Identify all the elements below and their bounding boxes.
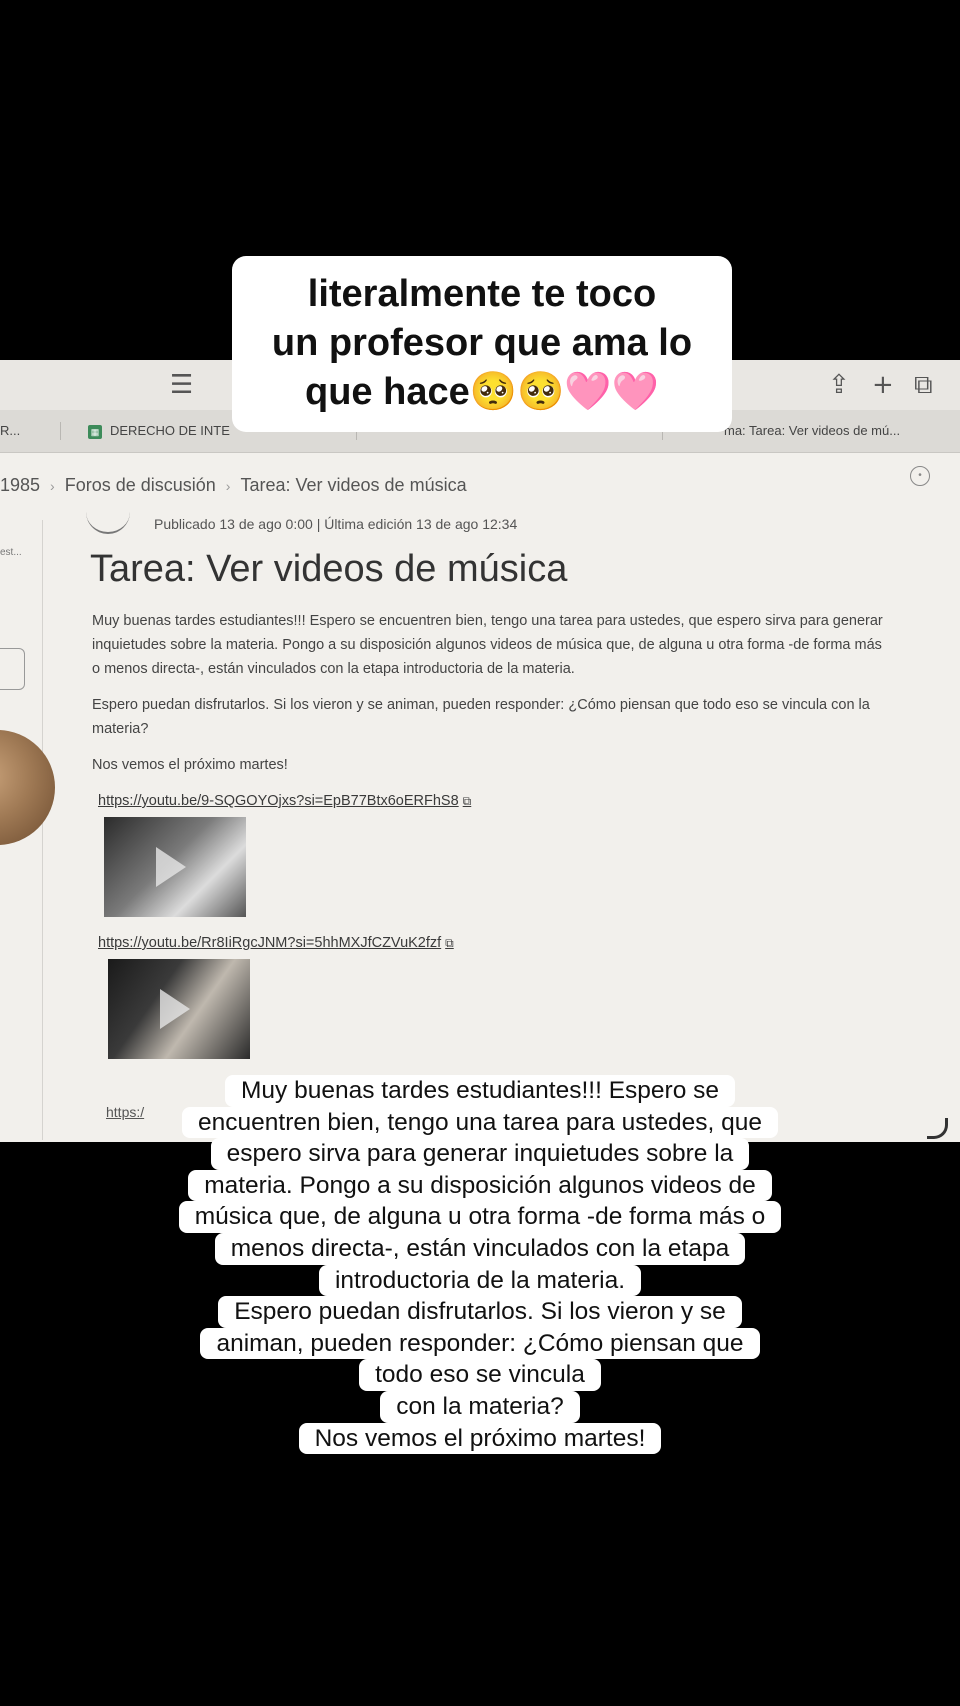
calendar-icon: ▦ xyxy=(88,424,102,439)
video-link-1[interactable]: https://youtu.be/9-SQGOYOjxs?si=EpB77Btx… xyxy=(98,793,902,809)
caption-line: animan, pueden responder: ¿Cómo piensan … xyxy=(200,1327,760,1360)
overlay-line: literalmente te toco xyxy=(307,273,657,315)
caption-line: encuentren bien, tengo una tarea para us… xyxy=(182,1106,778,1139)
caption-line: menos directa-, están vinculados con la … xyxy=(214,1232,746,1265)
tab-1[interactable]: R... xyxy=(0,416,40,446)
video-thumbnail-1[interactable] xyxy=(104,817,246,917)
play-icon xyxy=(160,989,190,1029)
caption-line: Nos vemos el próximo martes! xyxy=(298,1422,662,1455)
overlay-headline: literalmente te toco un profesor que ama… xyxy=(232,256,732,432)
caption-line: Muy buenas tardes estudiantes!!! Espero … xyxy=(224,1075,736,1107)
tab-active[interactable]: ma: Tarea: Ver videos de mú... xyxy=(724,416,954,446)
video-link-2[interactable]: https://youtu.be/Rr8IiRgcJNM?si=5hhMXJfC… xyxy=(98,935,902,951)
play-icon xyxy=(156,847,186,887)
finger-photo xyxy=(0,730,55,845)
caption-line: introductoria de la materia. xyxy=(318,1264,642,1297)
caption-line: materia. Pongo a su disposición algunos … xyxy=(188,1169,772,1202)
post-title: Tarea: Ver videos de música xyxy=(90,548,568,590)
breadcrumb-course[interactable]: 1985 xyxy=(0,475,40,495)
post-paragraph-3: Nos vemos el próximo martes! xyxy=(92,757,288,773)
caption-line: espero sirva para generar inquietudes so… xyxy=(210,1138,750,1170)
caption-line: con la materia? xyxy=(380,1390,580,1423)
more-options-icon[interactable]: • xyxy=(910,466,930,486)
sidebar-snippet: est... xyxy=(0,547,22,558)
overlay-line: un profesor que ama lo xyxy=(271,322,693,364)
tab-divider xyxy=(60,422,61,440)
share-icon[interactable]: ⇪ xyxy=(828,370,850,400)
tablet-screen: ☰ ⇪ + ⧉ R... ▦ DERECHO DE INTE ma: Tarea:… xyxy=(0,360,960,1142)
video-link-1-text: https://youtu.be/9-SQGOYOjxs?si=EpB77Btx… xyxy=(98,793,459,809)
caption-line: música que, de alguna u otra forma -de f… xyxy=(178,1201,782,1233)
tab-1-label: R... xyxy=(0,423,21,438)
sidebar-divider xyxy=(42,520,43,1140)
overlay-line: que hace🥺🥺🩷🩷 xyxy=(305,371,659,413)
breadcrumb: 1985 › Foros de discusión › Tarea: Ver video… xyxy=(0,470,467,500)
caption-line: Espero puedan disfrutarlos. Si los viero… xyxy=(218,1296,742,1328)
breadcrumb-forums[interactable]: Foros de discusión xyxy=(65,475,216,495)
caption-block: Muy buenas tardes estudiantes!!! Espero … xyxy=(0,1075,960,1455)
sidebar-icon[interactable]: ☰ xyxy=(170,370,193,400)
caption-line: todo eso se vincula xyxy=(359,1359,601,1391)
discussion-post: Publicado 13 de ago 0:00 | Última edició… xyxy=(82,516,902,1059)
chevron-right-icon: › xyxy=(225,478,231,494)
external-link-icon: ⧉ xyxy=(462,794,472,808)
breadcrumb-current: Tarea: Ver videos de música xyxy=(240,475,467,495)
video-link-2-text: https://youtu.be/Rr8IiRgcJNM?si=5hhMXJfC… xyxy=(98,935,442,951)
post-paragraph-2: Espero puedan disfrutarlos. Si los viero… xyxy=(92,697,870,737)
tabs-icon[interactable]: ⧉ xyxy=(914,370,933,400)
post-meta: Publicado 13 de ago 0:00 | Última edició… xyxy=(154,516,518,532)
tab-active-label: ma: Tarea: Ver videos de mú... xyxy=(724,423,901,438)
external-link-icon: ⧉ xyxy=(445,936,454,950)
new-tab-icon[interactable]: + xyxy=(872,370,894,400)
chevron-right-icon: › xyxy=(50,478,55,494)
sidebar-button[interactable] xyxy=(0,648,25,690)
video-thumbnail-2[interactable] xyxy=(108,959,250,1059)
post-paragraph-1: Muy buenas tardes estudiantes!!! Espero … xyxy=(92,613,883,677)
tab-2-label: DERECHO DE INTE xyxy=(110,423,230,438)
